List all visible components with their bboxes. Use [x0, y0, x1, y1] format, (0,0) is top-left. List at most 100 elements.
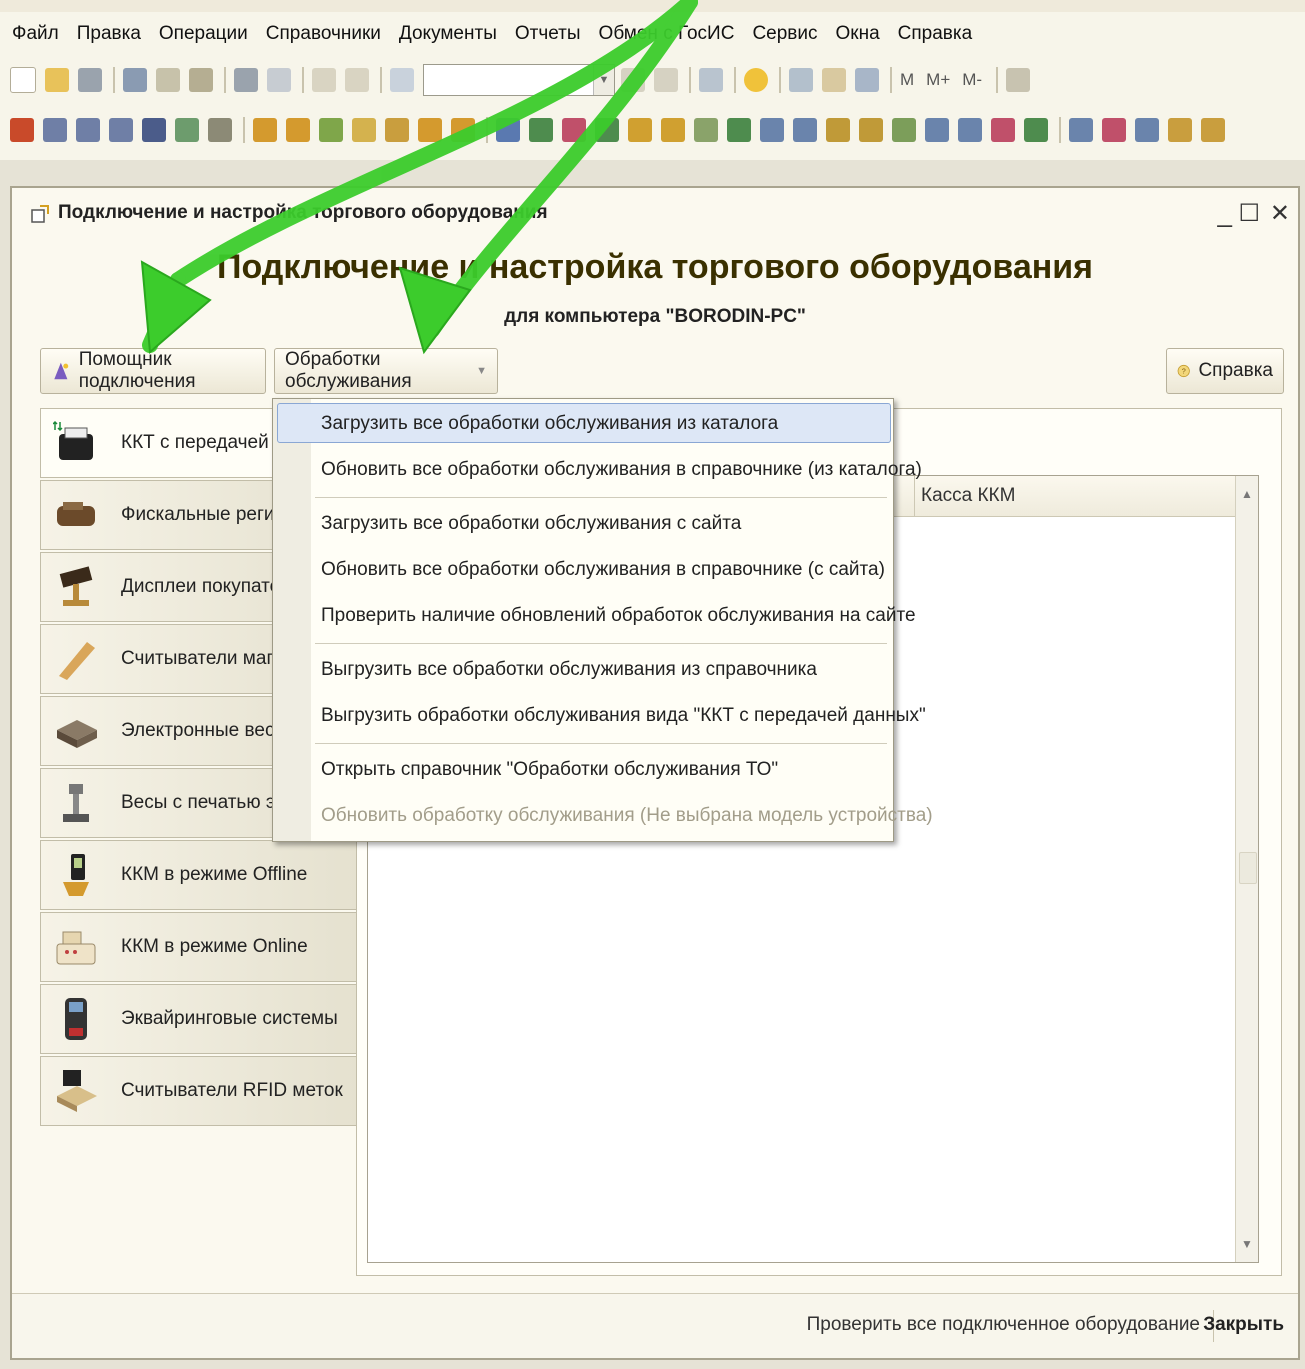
- print-icon[interactable]: [234, 68, 258, 92]
- new-document-icon[interactable]: [10, 67, 36, 93]
- memory-add-button[interactable]: M+: [926, 70, 950, 90]
- invoice-icon[interactable]: [529, 118, 553, 142]
- chevron-down-icon[interactable]: ▼: [593, 65, 614, 95]
- menu-help[interactable]: Справка: [896, 21, 975, 47]
- goods-icon[interactable]: [418, 118, 442, 142]
- goods-icon[interactable]: [319, 118, 343, 142]
- sum-icon[interactable]: [1201, 118, 1225, 142]
- menu-operations[interactable]: Операции: [157, 21, 250, 47]
- document-list-icon[interactable]: [109, 118, 133, 142]
- goods-icon[interactable]: [451, 118, 475, 142]
- copy-icon[interactable]: [156, 68, 180, 92]
- maximize-icon[interactable]: ☐: [1238, 199, 1260, 228]
- invoice-icon[interactable]: [991, 118, 1015, 142]
- invoice-icon[interactable]: [958, 118, 982, 142]
- print-preview-icon[interactable]: [267, 68, 291, 92]
- menu-service[interactable]: Сервис: [750, 21, 819, 47]
- vertical-scrollbar[interactable]: ▲ ▼: [1235, 476, 1258, 1262]
- minimize-icon[interactable]: _: [1218, 198, 1232, 229]
- goods-icon[interactable]: [286, 118, 310, 142]
- invoice-icon[interactable]: [562, 118, 586, 142]
- invoice-icon[interactable]: [595, 118, 619, 142]
- invoice-icon[interactable]: [496, 118, 520, 142]
- paste-icon[interactable]: [189, 68, 213, 92]
- device-item-rfid-readers[interactable]: Считыватели RFID меток: [40, 1056, 358, 1126]
- fiscal-registrar-icon: [57, 502, 95, 526]
- window-title: Подключение и настройка торгового оборуд…: [58, 202, 548, 223]
- close-icon[interactable]: ✕: [1270, 199, 1290, 228]
- invoice-icon[interactable]: [628, 118, 652, 142]
- device-item-kkm-online[interactable]: ККМ в режиме Online: [40, 912, 358, 982]
- users-icon[interactable]: [142, 118, 166, 142]
- goods-icon[interactable]: [352, 118, 376, 142]
- invoice-icon[interactable]: [760, 118, 784, 142]
- menu-item-export-kkt[interactable]: Выгрузить обработки обслуживания вида "К…: [321, 705, 926, 727]
- menu-item-open-catalog[interactable]: Открыть справочник "Обработки обслуживан…: [321, 759, 778, 781]
- search-icon[interactable]: [390, 68, 414, 92]
- menu-item-check-updates[interactable]: Проверить наличие обновлений обработок о…: [321, 605, 916, 627]
- menu-separator: [315, 497, 887, 498]
- goods-icon[interactable]: [253, 118, 277, 142]
- invoice-icon[interactable]: [925, 118, 949, 142]
- menu-item-export-all[interactable]: Выгрузить все обработки обслуживания из …: [321, 659, 817, 681]
- cash-register-icon: [56, 931, 96, 965]
- invoice-icon[interactable]: [1024, 118, 1048, 142]
- document-list-icon[interactable]: [43, 118, 67, 142]
- invoice-icon[interactable]: [694, 118, 718, 142]
- calculator-icon[interactable]: [789, 68, 813, 92]
- find-previous-icon[interactable]: [654, 68, 678, 92]
- menu-documents[interactable]: Документы: [397, 21, 499, 47]
- menu-catalogs[interactable]: Справочники: [264, 21, 383, 47]
- device-item-kkm-offline[interactable]: ККМ в режиме Offline: [40, 840, 358, 910]
- menu-file[interactable]: Файл: [10, 21, 61, 47]
- cut-icon[interactable]: [123, 68, 147, 92]
- memory-button[interactable]: M: [900, 70, 914, 90]
- report-icon[interactable]: [208, 118, 232, 142]
- invoice-icon[interactable]: [793, 118, 817, 142]
- menu-windows[interactable]: Окна: [834, 21, 882, 47]
- users-icon[interactable]: [855, 68, 879, 92]
- scroll-up-icon[interactable]: ▲: [1236, 480, 1258, 508]
- menu-gosis-exchange[interactable]: Обмен с ГосИС: [597, 21, 737, 47]
- connection-assistant-button[interactable]: Помощник подключения: [40, 348, 266, 394]
- journal-icon[interactable]: [10, 118, 34, 142]
- search-combo-input[interactable]: ▼: [423, 64, 615, 96]
- goods-icon[interactable]: [385, 118, 409, 142]
- invoice-icon[interactable]: [892, 118, 916, 142]
- close-button[interactable]: Закрыть: [1203, 1314, 1284, 1336]
- undo-icon[interactable]: [312, 68, 336, 92]
- redo-icon[interactable]: [345, 68, 369, 92]
- sum-icon[interactable]: [1069, 118, 1093, 142]
- menu-item-update-from-catalog[interactable]: Обновить все обработки обслуживания в сп…: [321, 459, 922, 481]
- info-icon[interactable]: [744, 68, 768, 92]
- scroll-thumb[interactable]: [1239, 852, 1257, 884]
- scroll-down-icon[interactable]: ▼: [1236, 1230, 1258, 1258]
- sum-icon[interactable]: [1102, 118, 1126, 142]
- menu-edit[interactable]: Правка: [75, 21, 143, 47]
- sum-icon[interactable]: [1135, 118, 1159, 142]
- open-folder-icon[interactable]: [45, 68, 69, 92]
- sum-icon[interactable]: [1168, 118, 1192, 142]
- invoice-icon[interactable]: [727, 118, 751, 142]
- service-processing-button[interactable]: Обработки обслуживания ▼: [274, 348, 498, 394]
- invoice-icon[interactable]: [859, 118, 883, 142]
- save-icon[interactable]: [78, 68, 102, 92]
- menu-item-load-from-catalog[interactable]: Загрузить все обработки обслуживания из …: [321, 413, 778, 435]
- invoice-icon[interactable]: [661, 118, 685, 142]
- column-cash-register[interactable]: Касса ККМ: [914, 476, 1015, 516]
- menu-reports[interactable]: Отчеты: [513, 21, 583, 47]
- find-next-icon[interactable]: [621, 68, 645, 92]
- tools-icon[interactable]: [1006, 68, 1031, 92]
- register-icon[interactable]: [175, 118, 199, 142]
- calendar-icon[interactable]: [822, 68, 846, 92]
- toolbar-separator: [302, 67, 304, 93]
- invoice-icon[interactable]: [826, 118, 850, 142]
- help-button[interactable]: ? Справка: [1166, 348, 1284, 394]
- memory-subtract-button[interactable]: M-: [962, 70, 982, 90]
- device-item-acquiring-systems[interactable]: Эквайринговые системы: [40, 984, 358, 1054]
- menu-item-update-from-site[interactable]: Обновить все обработки обслуживания в сп…: [321, 559, 885, 581]
- check-all-equipment-button[interactable]: Проверить все подключенное оборудование: [807, 1314, 1200, 1336]
- windows-icon[interactable]: [699, 68, 723, 92]
- menu-item-load-from-site[interactable]: Загрузить все обработки обслуживания с с…: [321, 513, 741, 535]
- document-list-icon[interactable]: [76, 118, 100, 142]
